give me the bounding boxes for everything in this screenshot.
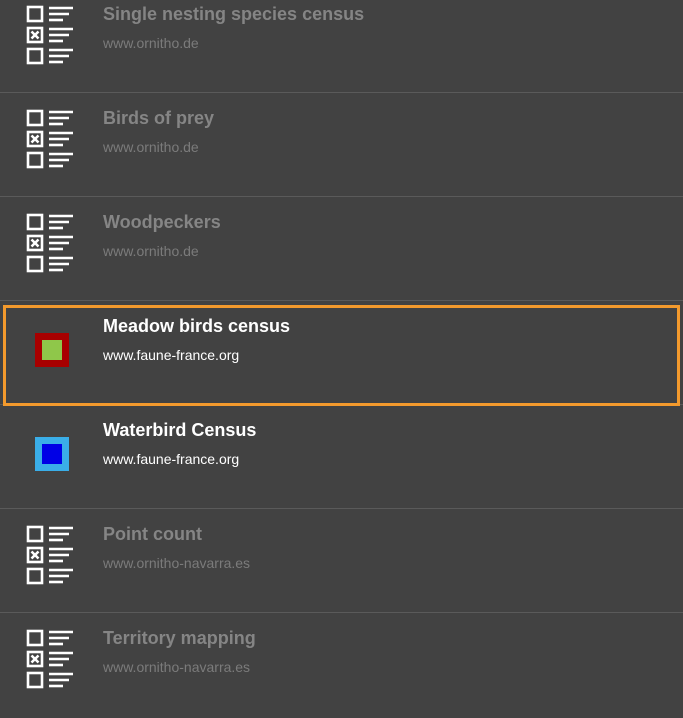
list-item-title: Meadow birds census	[103, 316, 291, 336]
census-protocol-list: Single nesting species census www.ornith…	[0, 0, 683, 718]
list-item-title: Point count	[103, 524, 202, 544]
list-item-source: www.faune-france.org	[103, 451, 240, 467]
list-item-single-nesting-species-census[interactable]: Single nesting species census www.ornith…	[0, 0, 683, 93]
checklist-icon	[26, 525, 73, 585]
list-item-birds-of-prey[interactable]: Birds of prey www.ornitho.de	[0, 93, 683, 197]
list-item-territory-mapping[interactable]: Territory mapping www.ornitho-navarra.es	[0, 613, 683, 717]
red-green-square-icon	[35, 333, 69, 367]
list-item-meadow-birds-census[interactable]: Meadow birds census www.faune-france.org	[0, 301, 683, 405]
checklist-icon	[26, 109, 73, 169]
list-item-source: www.faune-france.org	[103, 347, 240, 363]
list-item-source: www.ornitho-navarra.es	[103, 659, 251, 675]
list-item-title: Waterbird Census	[103, 420, 257, 440]
list-item-waterbird-census[interactable]: Waterbird Census www.faune-france.org	[0, 405, 683, 509]
list-item-source: www.ornitho-navarra.es	[103, 555, 251, 571]
list-item-source: www.ornitho.de	[103, 35, 199, 51]
list-item-source: www.ornitho.de	[103, 139, 199, 155]
list-item-title: Single nesting species census	[103, 4, 365, 24]
checklist-icon	[26, 213, 73, 273]
list-item-woodpeckers[interactable]: Woodpeckers www.ornitho.de	[0, 197, 683, 301]
list-item-title: Territory mapping	[103, 628, 256, 648]
list-item-title: Birds of prey	[103, 108, 215, 128]
list-item-point-count[interactable]: Point count www.ornitho-navarra.es	[0, 509, 683, 613]
list-item-title: Woodpeckers	[103, 212, 221, 232]
blue-square-icon	[35, 437, 69, 471]
list-item-source: www.ornitho.de	[103, 243, 199, 259]
checklist-icon	[26, 629, 73, 689]
checklist-icon	[26, 5, 73, 65]
